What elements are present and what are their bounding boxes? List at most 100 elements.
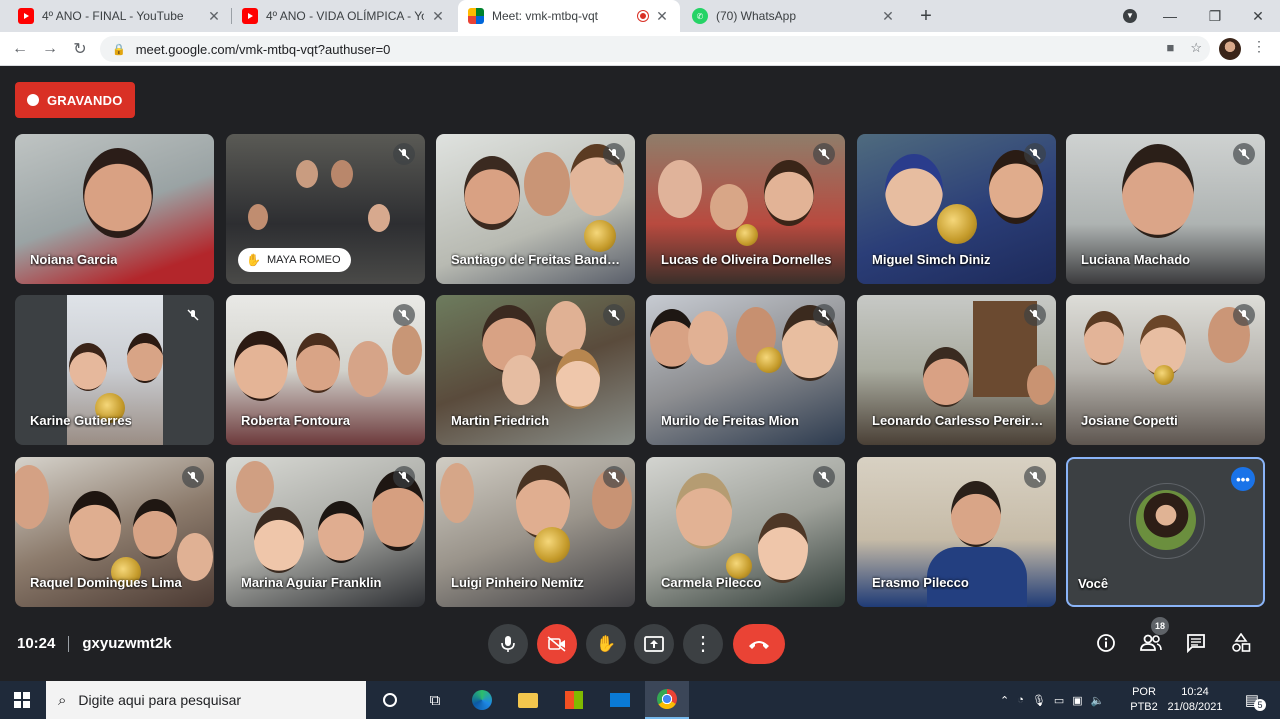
participant-tile[interactable]: Santiago de Freitas Band… bbox=[436, 134, 635, 284]
browser-menu-icon[interactable]: ⋮ bbox=[1252, 38, 1266, 55]
browser-toolbar: ← → ↻ 🔒 meet.google.com/vmk-mtbq-vqt?aut… bbox=[0, 32, 1280, 66]
battery-icon[interactable]: ▭ bbox=[1054, 694, 1064, 707]
mic-off-icon bbox=[813, 466, 835, 488]
meeting-time: 10:24 bbox=[17, 635, 56, 652]
participant-tile[interactable]: Raquel Domingues Lima bbox=[15, 457, 214, 607]
tab-search-button[interactable]: ▼ bbox=[1110, 0, 1150, 32]
hangup-icon bbox=[749, 641, 769, 649]
participant-tile[interactable]: Murilo de Freitas Mion bbox=[646, 295, 845, 445]
close-icon[interactable]: ✕ bbox=[880, 8, 896, 25]
chat-button[interactable] bbox=[1183, 630, 1209, 656]
youtube-icon bbox=[242, 8, 258, 24]
cortana-button[interactable] bbox=[376, 687, 404, 713]
tab-title: 4º ANO - VIDA OLÍMPICA - YouT… bbox=[266, 9, 424, 23]
self-view-tile[interactable]: ••• Você bbox=[1066, 457, 1265, 607]
chevron-up-icon[interactable]: ⌃ bbox=[1000, 694, 1009, 707]
mic-off-icon bbox=[1233, 143, 1255, 165]
taskbar-store[interactable] bbox=[560, 687, 588, 713]
taskbar-edge[interactable] bbox=[468, 687, 496, 713]
participant-tile[interactable]: Miguel Simch Diniz bbox=[857, 134, 1056, 284]
participant-tile[interactable]: Marina Aguiar Franklin bbox=[226, 457, 425, 607]
participant-name: Erasmo Pilecco bbox=[872, 575, 969, 590]
volume-icon[interactable]: 🔈 bbox=[1091, 694, 1105, 707]
participant-tile[interactable]: Luciana Machado bbox=[1066, 134, 1265, 284]
taskbar-file-explorer[interactable] bbox=[514, 687, 542, 713]
participant-tile[interactable]: ✋ MAYA ROMEO bbox=[226, 134, 425, 284]
forward-button[interactable]: → bbox=[38, 37, 62, 61]
hand-icon: ✋ bbox=[596, 636, 616, 653]
browser-tab-strip: 4º ANO - FINAL - YouTube ✕ 4º ANO - VIDA… bbox=[0, 0, 1280, 32]
microphone-tray-icon[interactable]: 🎙 bbox=[1032, 694, 1046, 707]
reload-button[interactable]: ↻ bbox=[68, 37, 92, 61]
network-icon[interactable]: ▣ bbox=[1072, 694, 1082, 707]
tab-whatsapp[interactable]: ✆ (70) WhatsApp ✕ bbox=[682, 0, 906, 32]
bookmark-star-icon[interactable]: ☆ bbox=[1190, 40, 1202, 56]
present-screen-button[interactable] bbox=[634, 624, 674, 664]
close-icon[interactable]: ✕ bbox=[654, 8, 670, 25]
leave-call-button[interactable] bbox=[733, 624, 785, 664]
close-window-button[interactable]: ✕ bbox=[1238, 0, 1278, 32]
taskbar-chrome[interactable] bbox=[645, 681, 689, 719]
chrome-icon bbox=[657, 689, 677, 709]
microphone-button[interactable] bbox=[488, 624, 528, 664]
notifications-button[interactable]: ▤ 5 bbox=[1238, 687, 1266, 713]
meet-tray-icon[interactable]: ◔ bbox=[1017, 694, 1024, 706]
participant-tile[interactable]: Karine Gutierres bbox=[15, 295, 214, 445]
system-tray: ⌃ ◔ 🎙 ▭ ▣ 🔈 bbox=[1000, 681, 1104, 719]
task-view-button[interactable]: ⧉ bbox=[421, 687, 449, 713]
avatar bbox=[1136, 490, 1196, 550]
taskbar-search-box[interactable]: ⌕ Digite aqui para pesquisar bbox=[46, 681, 366, 719]
mic-off-icon bbox=[603, 304, 625, 326]
youtube-icon bbox=[18, 8, 34, 24]
address-bar[interactable]: 🔒 meet.google.com/vmk-mtbq-vqt?authuser=… bbox=[100, 36, 1210, 62]
windows-start-button[interactable] bbox=[8, 687, 36, 713]
participant-name: Luigi Pinheiro Nemitz bbox=[451, 575, 584, 590]
meeting-details-button[interactable] bbox=[1093, 630, 1119, 656]
minimize-button[interactable]: — bbox=[1150, 0, 1190, 32]
tab-youtube-final[interactable]: 4º ANO - FINAL - YouTube ✕ bbox=[8, 0, 232, 32]
meet-icon bbox=[468, 8, 484, 24]
activities-button[interactable] bbox=[1228, 630, 1254, 656]
participant-tile[interactable]: Leonardo Carlesso Pereir… bbox=[857, 295, 1056, 445]
new-tab-button[interactable]: + bbox=[912, 0, 940, 32]
participant-tile[interactable]: Roberta Fontoura bbox=[226, 295, 425, 445]
hand-raised-name: MAYA ROMEO bbox=[266, 254, 341, 266]
tab-youtube-vida-olimpica[interactable]: 4º ANO - VIDA OLÍMPICA - YouT… ✕ bbox=[232, 0, 456, 32]
folder-icon bbox=[518, 692, 538, 708]
more-options-button[interactable]: ••• bbox=[1231, 467, 1255, 491]
maximize-button[interactable]: ❐ bbox=[1195, 0, 1235, 32]
more-options-button[interactable]: ⋮ bbox=[683, 624, 723, 664]
participant-tile[interactable]: Lucas de Oliveira Dornelles bbox=[646, 134, 845, 284]
taskbar-mail[interactable] bbox=[606, 687, 634, 713]
cortana-circle-icon bbox=[383, 693, 397, 707]
taskbar-clock[interactable]: 10:24 21/08/2021 bbox=[1160, 685, 1230, 715]
back-button[interactable]: ← bbox=[8, 37, 32, 61]
info-icon bbox=[1097, 634, 1115, 652]
divider bbox=[68, 635, 70, 652]
keyboard-layout: PTB2 bbox=[1130, 701, 1158, 713]
mail-icon bbox=[610, 693, 630, 707]
search-placeholder: Digite aqui para pesquisar bbox=[78, 692, 242, 708]
participant-name: Raquel Domingues Lima bbox=[30, 575, 182, 590]
camera-off-button[interactable] bbox=[537, 624, 577, 664]
participant-tile[interactable]: Martin Friedrich bbox=[436, 295, 635, 445]
participant-tile[interactable]: Noiana Garcia bbox=[15, 134, 214, 284]
windows-logo-icon bbox=[14, 692, 30, 708]
participant-tile[interactable]: Erasmo Pilecco bbox=[857, 457, 1056, 607]
raise-hand-button[interactable]: ✋ bbox=[586, 624, 626, 664]
participant-tile[interactable]: Josiane Copetti bbox=[1066, 295, 1265, 445]
camera-icon[interactable]: ■ bbox=[1166, 40, 1174, 56]
tab-meet[interactable]: Meet: vmk-mtbq-vqt ✕ bbox=[458, 0, 680, 32]
language-indicator[interactable]: POR PTB2 bbox=[1130, 685, 1158, 715]
mic-off-icon bbox=[603, 143, 625, 165]
close-icon[interactable]: ✕ bbox=[206, 8, 222, 25]
participant-name: Josiane Copetti bbox=[1081, 413, 1178, 428]
record-dot-icon bbox=[27, 94, 39, 106]
recording-badge: GRAVANDO bbox=[15, 82, 135, 118]
tab-title: (70) WhatsApp bbox=[716, 9, 797, 23]
participant-tile[interactable]: Luigi Pinheiro Nemitz bbox=[436, 457, 635, 607]
notification-count: 5 bbox=[1254, 699, 1266, 711]
participant-tile[interactable]: Carmela Pilecco bbox=[646, 457, 845, 607]
close-icon[interactable]: ✕ bbox=[430, 8, 446, 25]
profile-avatar[interactable] bbox=[1219, 38, 1241, 60]
